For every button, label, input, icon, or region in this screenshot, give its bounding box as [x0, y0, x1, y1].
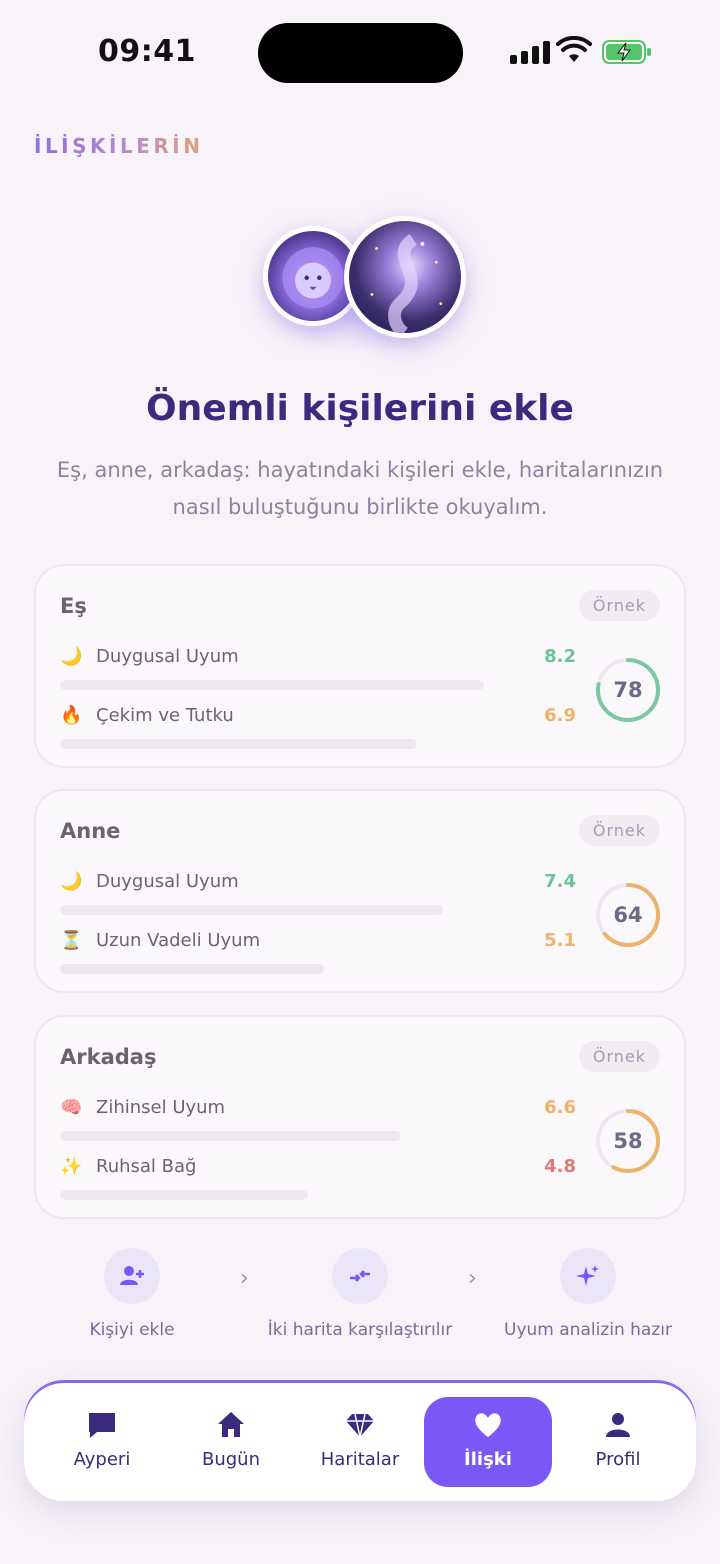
wifi-icon [556, 36, 592, 62]
bottom-tab-bar: Ayperi Bugün Haritalar İlişki Profil [24, 1383, 696, 1501]
add-person-icon [104, 1248, 160, 1304]
metric-bar [60, 1190, 308, 1200]
score-value: 78 [613, 678, 643, 702]
step-label: İki harita karşılaştırılır [267, 1320, 453, 1340]
metric-label: Ruhsal Bağ [96, 1156, 197, 1177]
chevron-right-icon: › [468, 1266, 477, 1291]
tab-iliski[interactable]: İlişki [424, 1397, 552, 1487]
metric-value: 8.2 [544, 646, 576, 667]
step-analysis-ready: Uyum analizin hazır [498, 1248, 678, 1340]
metric-emoji-icon: 🌙 [60, 646, 83, 667]
battery-charging-icon [602, 40, 651, 64]
subtitle-line-2: nasıl buluştuğunu birlikte okuyalım. [172, 495, 548, 519]
card-title: Eş [60, 594, 87, 618]
cosmic-illustration [370, 234, 443, 333]
metric-bar [60, 680, 484, 690]
step-label: Kişiyi ekle [89, 1320, 175, 1340]
step-label: Uyum analizin hazır [504, 1320, 672, 1340]
card-title: Anne [60, 819, 121, 843]
person-icon [606, 1413, 630, 1437]
page-title: Önemli kişilerini ekle [146, 388, 574, 429]
metric-emoji-icon: ✨ [60, 1156, 83, 1177]
compatibility-card[interactable]: Eş Örnek 🌙 Duygusal Uyum 8.2 🔥 Çekim ve Tutku 6… [34, 564, 686, 768]
chat-bubble-icon [89, 1413, 115, 1438]
metric-label: Çekim ve Tutku [96, 705, 234, 726]
metric-value: 4.8 [544, 1156, 576, 1177]
cosmic-avatar [344, 216, 466, 338]
tab-label: Profil [595, 1449, 641, 1470]
dynamic-island [258, 23, 463, 83]
metric-row: 🌙 Duygusal Uyum 7.4 [60, 871, 576, 921]
metric-value: 6.6 [544, 1097, 576, 1118]
score-value: 58 [613, 1129, 643, 1153]
metric-bar [60, 964, 324, 974]
metric-row: ✨ Ruhsal Bağ 4.8 [60, 1156, 576, 1206]
tab-label: İlişki [464, 1449, 512, 1470]
compatibility-card[interactable]: Arkadaş Örnek 🧠 Zihinsel Uyum 6.6 ✨ Ruhsal Bağ… [34, 1015, 686, 1219]
sample-badge: Örnek [578, 1041, 660, 1072]
metric-emoji-icon: 🌙 [60, 871, 83, 892]
metric-value: 5.1 [544, 930, 576, 951]
compatibility-card[interactable]: Anne Örnek 🌙 Duygusal Uyum 7.4 ⏳ Uzun Vadeli U… [34, 789, 686, 993]
metric-row: 🌙 Duygusal Uyum 8.2 [60, 646, 576, 696]
metric-bar [60, 1131, 401, 1141]
step-add-person: Kişiyi ekle [72, 1248, 192, 1340]
metric-row: ⏳ Uzun Vadeli Uyum 5.1 [60, 930, 576, 980]
sparkles-icon [560, 1248, 616, 1304]
metric-row: 🧠 Zihinsel Uyum 6.6 [60, 1097, 576, 1147]
subtitle-line-1: Eş, anne, arkadaş: hayatındaki kişileri … [56, 458, 664, 482]
metric-row: 🔥 Çekim ve Tutku 6.9 [60, 705, 576, 755]
sample-badge: Örnek [578, 590, 660, 621]
metric-label: Uzun Vadeli Uyum [96, 930, 261, 951]
metric-emoji-icon: 🧠 [60, 1097, 83, 1118]
status-time: 09:41 [98, 34, 196, 69]
section-label: İLİŞKİLERİN [34, 134, 204, 158]
sample-badge: Örnek [578, 815, 660, 846]
metric-label: Zihinsel Uyum [96, 1097, 226, 1118]
tab-bugun[interactable]: Bugün [167, 1397, 295, 1487]
metric-emoji-icon: ⏳ [60, 930, 83, 951]
card-title: Arkadaş [60, 1045, 157, 1069]
tab-haritalar[interactable]: Haritalar [296, 1397, 424, 1487]
tab-ayperi[interactable]: Ayperi [38, 1397, 166, 1487]
compare-arrows-icon [332, 1248, 388, 1304]
cellular-signal-icon [510, 40, 550, 64]
chevron-right-icon: › [240, 1266, 249, 1291]
tab-profil[interactable]: Profil [554, 1397, 682, 1487]
metric-emoji-icon: 🔥 [60, 705, 83, 726]
home-icon [218, 1412, 244, 1437]
score-value: 64 [613, 903, 643, 927]
status-bar: 09:41 [0, 0, 720, 106]
metric-value: 7.4 [544, 871, 576, 892]
diamond-icon [346, 1413, 374, 1438]
metric-label: Duygusal Uyum [96, 646, 239, 667]
metric-bar [60, 905, 443, 915]
page-subtitle: Eş, anne, arkadaş: hayatındaki kişileri … [40, 452, 680, 526]
heart-icon [475, 1413, 501, 1437]
tab-label: Haritalar [320, 1449, 400, 1470]
metric-value: 6.9 [544, 705, 576, 726]
metric-bar [60, 739, 417, 749]
tab-label: Bugün [202, 1449, 260, 1470]
step-compare: İki harita karşılaştırılır [260, 1248, 460, 1340]
tab-label: Ayperi [73, 1449, 131, 1470]
metric-label: Duygusal Uyum [96, 871, 239, 892]
